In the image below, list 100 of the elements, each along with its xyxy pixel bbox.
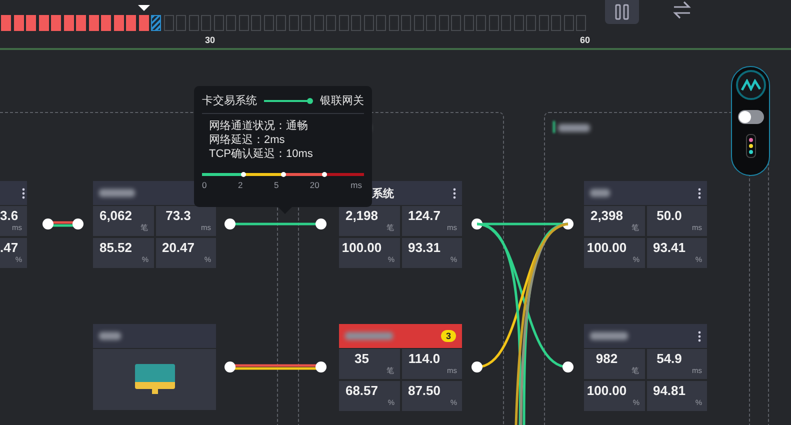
timeline-cell[interactable] — [526, 15, 536, 31]
timeline-cell[interactable] — [451, 15, 461, 31]
monitor-icon — [134, 364, 174, 395]
metric-value: 93.31 — [406, 241, 442, 255]
card-title: 系统 — [372, 186, 394, 200]
blurred-label — [558, 124, 590, 132]
metric-value: 35 — [354, 352, 370, 366]
count-badge: 3 — [440, 330, 456, 342]
timeline-cell[interactable] — [214, 15, 224, 31]
timeline-cell[interactable] — [51, 15, 61, 31]
metric-value: 94.81 — [652, 384, 687, 398]
timeline-cell[interactable] — [126, 15, 136, 31]
group-marker — [553, 121, 555, 133]
pause-button[interactable] — [605, 0, 639, 24]
timeline-cell[interactable] — [38, 15, 48, 31]
timeline-cell[interactable] — [338, 15, 348, 31]
target-label: 银联网关 — [320, 94, 364, 108]
timeline-cell[interactable] — [326, 15, 336, 31]
timeline-cell[interactable] — [538, 15, 548, 31]
more-icon[interactable] — [698, 188, 701, 198]
metric-value: 100.00 — [586, 384, 628, 398]
metric-value: 6,062 — [98, 209, 134, 223]
timeline-cell[interactable] — [301, 15, 311, 31]
scale-unit: ms — [350, 180, 362, 190]
timeline-cell[interactable] — [501, 15, 511, 31]
metric-value: 50.0 — [656, 209, 683, 223]
timeline-cell[interactable] — [551, 15, 561, 31]
timeline-cell[interactable] — [514, 15, 524, 31]
timeline-cell[interactable] — [114, 15, 124, 31]
tooltip-text: 网络延迟：2ms — [208, 133, 286, 147]
tick-label: 30 — [205, 35, 215, 45]
metric-value: .47 — [0, 241, 20, 255]
pause-icon — [615, 4, 629, 20]
metric-value: 100.00 — [586, 241, 628, 255]
timeline-cell[interactable] — [188, 15, 198, 31]
metric-value: 68.57 — [344, 384, 380, 398]
timeline-cell[interactable] — [414, 15, 424, 31]
timeline-cell[interactable] — [564, 15, 574, 31]
connector-line — [42, 218, 84, 230]
timeline-cell[interactable] — [426, 15, 436, 31]
blurred-label — [590, 332, 628, 340]
timeline-cell[interactable] — [88, 15, 98, 31]
metric-value: 100.00 — [340, 241, 383, 255]
scale-tick: 5 — [274, 180, 279, 190]
zigzag-icon — [740, 79, 760, 91]
logo-badge[interactable] — [736, 70, 766, 100]
blurred-label — [99, 189, 135, 197]
timeline-cell[interactable] — [351, 15, 361, 31]
metric-value: 982 — [594, 352, 619, 366]
timeline-cell[interactable] — [388, 15, 398, 31]
timeline-cell[interactable] — [476, 15, 486, 31]
metric-value: 87.50 — [406, 384, 442, 398]
timeline-cell[interactable] — [26, 15, 36, 31]
timeline-cell[interactable] — [464, 15, 474, 31]
timeline-cell[interactable] — [176, 15, 186, 31]
timeline-cell[interactable] — [76, 15, 86, 31]
metric-value: 54.9 — [656, 352, 683, 366]
timeline-cell[interactable] — [64, 15, 74, 31]
timeline-cell[interactable] — [438, 15, 448, 31]
blurred-label — [590, 189, 610, 197]
timeline-cell[interactable] — [226, 15, 236, 31]
timeline-cell[interactable] — [1, 15, 11, 31]
swap-icon[interactable] — [673, 1, 691, 19]
tooltip-text: TCP确认延迟：10ms — [208, 147, 314, 161]
toggle-switch[interactable] — [738, 110, 764, 124]
timeline-cell[interactable] — [151, 15, 161, 31]
tooltip-text: 网络通道状况：通畅 — [208, 119, 309, 133]
timeline-cell[interactable] — [164, 15, 174, 31]
timeline-cell[interactable] — [238, 15, 248, 31]
timeline-cell[interactable] — [251, 15, 261, 31]
blurred-label — [99, 332, 121, 340]
timeline-cell[interactable] — [364, 15, 374, 31]
blurred-label — [345, 332, 393, 340]
timeline-cell[interactable] — [376, 15, 386, 31]
timeline-cell[interactable] — [14, 15, 24, 31]
more-icon[interactable] — [453, 188, 456, 198]
timeline-cell[interactable] — [401, 15, 411, 31]
scale-tick: 2 — [238, 180, 243, 190]
source-label: 卡交易系统 — [202, 94, 257, 108]
metric-value: 93.41 — [652, 241, 687, 255]
scale-tick: 20 — [310, 180, 320, 190]
timeline-cell[interactable] — [488, 15, 498, 31]
timeline-cell[interactable] — [264, 15, 274, 31]
metric-value: 114.0 — [407, 352, 442, 366]
timeline-cell[interactable] — [314, 15, 324, 31]
timeline-cell[interactable] — [276, 15, 286, 31]
timeline-cell[interactable] — [101, 15, 111, 31]
more-icon[interactable] — [22, 188, 25, 198]
metric-value: 2,398 — [589, 209, 624, 223]
scale-tick: 0 — [202, 180, 207, 190]
more-icon[interactable] — [698, 330, 701, 342]
metric-value: 3.6 — [0, 209, 20, 223]
metric-value: 20.47 — [160, 241, 196, 255]
metric-value: 2,198 — [344, 209, 380, 223]
metric-value: 73.3 — [164, 209, 192, 223]
link-arrow-icon — [264, 98, 314, 104]
timeline-cell[interactable] — [288, 15, 298, 31]
metric-value: 85.52 — [98, 241, 134, 255]
metric-value: 124.7 — [406, 209, 442, 223]
tick-label: 60 — [580, 35, 590, 45]
